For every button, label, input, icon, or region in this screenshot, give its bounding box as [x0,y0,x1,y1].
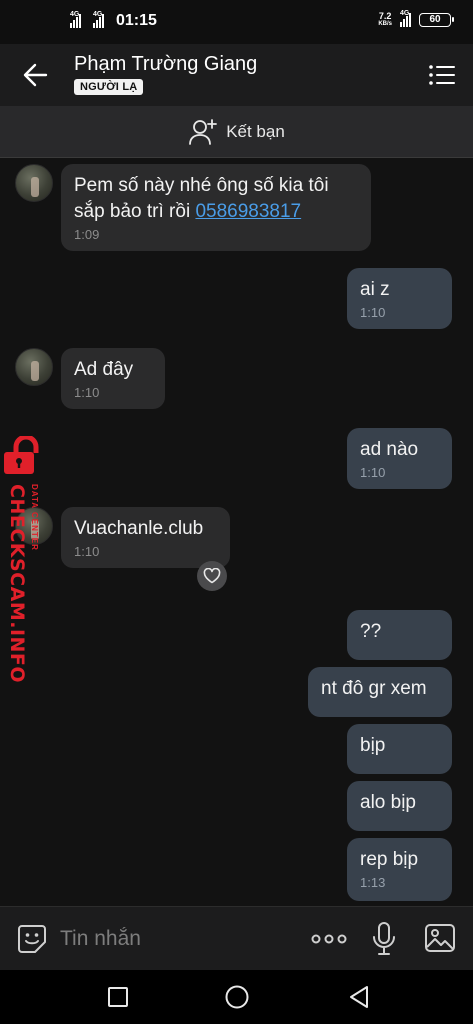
square-icon [108,987,128,1007]
heart-icon [203,568,221,584]
menu-button[interactable] [427,60,457,90]
system-nav-bar [0,970,473,1024]
signal-icon: 4G [400,10,411,27]
message-text: Vuachanle.club [74,518,204,539]
message-bubble-outgoing[interactable]: alo bịp [347,781,452,831]
sticker-button[interactable] [16,923,48,960]
message-text: Ad đây [74,359,134,380]
message-bubble-incoming[interactable]: Vuachanle.club 1:10 [61,507,230,568]
triangle-back-icon [350,986,368,1008]
message-input[interactable] [60,925,290,953]
message-time: 1:10 [360,465,386,480]
battery-icon: 60 [419,13,454,27]
message-list[interactable]: Pem số này nhé ông số kia tôi sắp bảo tr… [0,158,473,906]
message-bubble-outgoing[interactable]: ad nào 1:10 [347,428,452,489]
avatar[interactable] [15,348,53,386]
signal-icon: 4G [93,11,104,28]
message-time: 1:10 [74,544,100,559]
arrow-left-icon [23,63,48,87]
clock: 01:15 [116,12,157,29]
system-back-button[interactable] [347,984,371,1015]
network-speed: 7.2 KB/s [378,12,392,28]
status-right: 7.2 KB/s 4G 60 [378,10,454,28]
more-button[interactable] [311,929,347,954]
circle-icon [225,985,249,1009]
message-bubble-incoming[interactable]: Pem số này nhé ông số kia tôi sắp bảo tr… [61,164,371,251]
message-text: ad nào [360,439,419,460]
message-composer [0,906,473,970]
recent-apps-button[interactable] [107,986,129,1013]
message-text: nt đô gr xem [321,678,427,699]
battery-level: 60 [429,14,441,25]
message-bubble-outgoing[interactable]: ?? [347,610,452,660]
message-bubble-outgoing[interactable]: ai z 1:10 [347,268,452,329]
more-dots-icon [311,934,347,944]
message-text: rep bịp [360,849,419,870]
stranger-badge: NGƯỜI LẠ [74,79,144,95]
message-bubble-outgoing[interactable]: rep bịp 1:13 [347,838,452,901]
message-time: 1:13 [360,875,386,890]
signal-icon: 4G [70,11,81,28]
list-menu-icon [429,65,455,85]
image-icon [425,924,455,952]
contact-name[interactable]: Phạm Trường Giang [74,53,257,76]
message-time: 1:10 [74,385,100,400]
network-speed-unit: KB/s [378,21,392,27]
status-left: 4G 4G 01:15 [70,11,157,30]
image-button[interactable] [424,923,456,958]
reaction-button[interactable] [197,561,227,591]
message-text: ?? [360,621,382,642]
phone-link[interactable]: 0586983817 [195,201,301,222]
message-bubble-incoming[interactable]: Ad đây 1:10 [61,348,165,409]
message-bubble-outgoing[interactable]: nt đô gr xem [308,667,452,717]
message-text: alo bịp [360,792,416,813]
add-friend-label: Kết bạn [226,121,285,141]
message-text: bịp [360,735,386,756]
avatar[interactable] [15,507,53,545]
add-user-icon [189,118,218,145]
message-text: ai z [360,279,390,300]
back-button[interactable] [18,57,54,93]
voice-button[interactable] [371,921,397,962]
sticker-icon [18,925,46,953]
add-friend-button[interactable]: Kết bạn [0,106,473,158]
chat-header: Phạm Trường Giang NGƯỜI LẠ [0,44,473,106]
microphone-icon [373,922,395,955]
status-bar: 4G 4G 01:15 7.2 KB/s 4G 60 [0,0,473,44]
network-speed-value: 7.2 [378,11,392,21]
avatar[interactable] [15,164,53,202]
message-bubble-outgoing[interactable]: bịp [347,724,452,774]
message-time: 1:10 [360,305,386,320]
message-time: 1:09 [74,227,100,242]
home-button[interactable] [224,984,250,1015]
